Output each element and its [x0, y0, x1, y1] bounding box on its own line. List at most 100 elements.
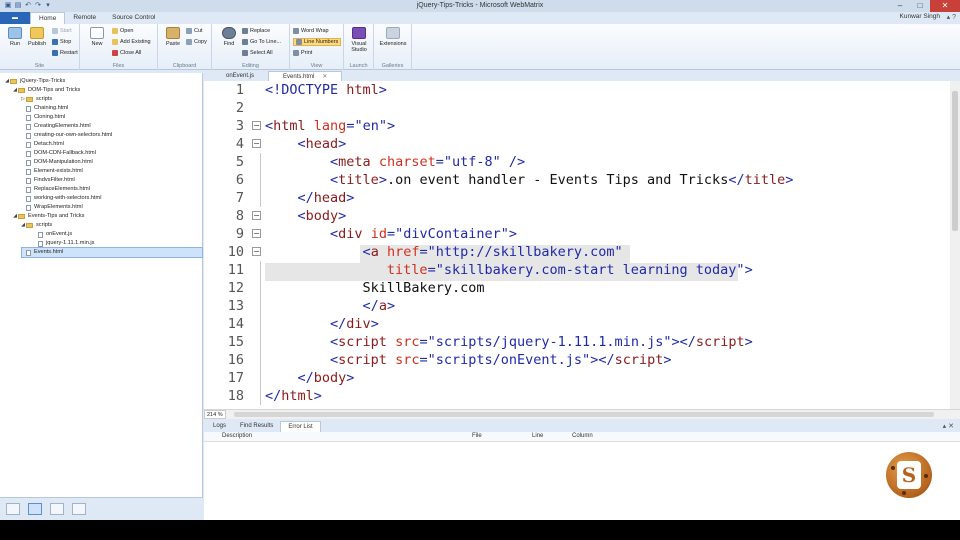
- code-line-9: 9− <div id="divContainer">: [204, 225, 950, 243]
- tree-node-folder[interactable]: ◢ Events-Tips and Tricks: [12, 212, 84, 221]
- paste-button[interactable]: Paste: [162, 27, 184, 47]
- fold-collapse-icon[interactable]: −: [252, 211, 261, 220]
- pane-controls-icon[interactable]: ▴ ✕: [943, 422, 954, 430]
- new-label: New: [91, 41, 103, 47]
- new-button[interactable]: New: [86, 27, 108, 47]
- tree-node-folder[interactable]: ▷ scripts: [20, 95, 52, 104]
- tab-find-results[interactable]: Find Results: [233, 421, 280, 432]
- tree-label: CreatingElements.html: [34, 123, 91, 129]
- tab-error-list[interactable]: Error List: [280, 421, 321, 432]
- code-line-1: 1 <!DOCTYPE html>: [204, 81, 950, 99]
- tree-node-file[interactable]: ReplaceElements.html: [26, 185, 90, 194]
- extensions-button[interactable]: Extensions: [378, 27, 408, 47]
- maximize-button[interactable]: □: [910, 0, 930, 12]
- fold-collapse-icon[interactable]: −: [252, 247, 261, 256]
- go-to-line-button[interactable]: Go To Line...: [242, 39, 281, 45]
- line-number: 4: [235, 136, 244, 152]
- column-description[interactable]: Description: [222, 433, 252, 439]
- tree-node-folder[interactable]: ◢ scripts: [20, 221, 52, 230]
- add-existing-button[interactable]: Add Existing: [112, 39, 151, 45]
- stop-button[interactable]: Stop: [52, 39, 71, 45]
- file-icon: [26, 123, 31, 130]
- tree-node-file[interactable]: working-with-selectors.html: [26, 194, 101, 203]
- find-button[interactable]: Find: [218, 27, 240, 47]
- vertical-scrollbar[interactable]: [950, 81, 960, 409]
- reports-workspace-icon[interactable]: [72, 503, 86, 515]
- print-button[interactable]: Print: [293, 50, 312, 56]
- run-button[interactable]: Run: [4, 27, 26, 47]
- copy-button[interactable]: Copy: [186, 39, 207, 45]
- ribbon: Run Publish Start Stop Restart Site New …: [0, 24, 960, 70]
- minimize-button[interactable]: –: [890, 0, 910, 12]
- restart-button[interactable]: Restart: [52, 50, 78, 56]
- close-button[interactable]: ✕: [930, 0, 960, 12]
- column-file[interactable]: File: [472, 433, 482, 439]
- start-button[interactable]: Start: [52, 28, 72, 34]
- tree-label: working-with-selectors.html: [34, 195, 102, 201]
- line-number: 13: [227, 298, 244, 314]
- line-number: 15: [227, 334, 244, 350]
- tree-node-file[interactable]: DOM-CDN-Fallback.html: [26, 149, 96, 158]
- tree-node-file[interactable]: Cloning.html: [26, 113, 65, 122]
- close-tab-icon[interactable]: ✕: [322, 74, 327, 80]
- file-icon: [26, 177, 31, 184]
- tree-node-file[interactable]: Chaining.html: [26, 104, 68, 113]
- file-tab[interactable]: ▬: [0, 12, 30, 24]
- fold-collapse-icon[interactable]: −: [252, 229, 261, 238]
- column-column[interactable]: Column: [572, 433, 593, 439]
- zoom-level[interactable]: 214 %: [204, 410, 226, 419]
- user-name[interactable]: Kunwar Singh: [900, 13, 940, 20]
- restart-icon: [52, 50, 58, 56]
- cut-button[interactable]: Cut: [186, 28, 203, 34]
- tree-node-file[interactable]: FindvsFilter.html: [26, 176, 75, 185]
- tree-node-file[interactable]: jquery-1.11.1.min.js: [38, 239, 94, 248]
- tab-source-control[interactable]: Source Control: [104, 12, 163, 24]
- tree-node-file[interactable]: onEvent.js: [38, 230, 72, 239]
- doctype: <!DOCTYPE: [265, 82, 347, 98]
- tree-node-file[interactable]: Element-exists.html: [26, 167, 83, 176]
- visual-studio-label: Visual Studio: [351, 41, 367, 53]
- help-icon[interactable]: ▴ ?: [947, 13, 956, 21]
- tab-remote[interactable]: Remote: [65, 12, 104, 24]
- tag-name: script: [695, 334, 745, 350]
- site-workspace-icon[interactable]: [6, 503, 20, 515]
- fold-collapse-icon[interactable]: −: [252, 121, 261, 130]
- extensions-icon: [386, 27, 400, 39]
- tree-node-file[interactable]: WrapElements.html: [26, 203, 83, 212]
- horizontal-scroll-thumb[interactable]: [234, 412, 934, 417]
- doc-tab-events[interactable]: Events.html ✕: [268, 71, 343, 81]
- open-button[interactable]: Open: [112, 28, 133, 34]
- code-editor[interactable]: 1 <!DOCTYPE html> 2 3− <html lang="en"> 4−…: [204, 81, 950, 409]
- tree-node-root[interactable]: ◢ jQuery-Tips-Tricks: [4, 77, 65, 86]
- files-workspace-icon[interactable]: [28, 503, 42, 515]
- select-all-button[interactable]: Select All: [242, 50, 273, 56]
- tree-node-folder[interactable]: ◢ DOM-Tips and Tricks: [12, 86, 80, 95]
- word-wrap-button[interactable]: Word Wrap: [293, 28, 329, 34]
- find-icon: [222, 27, 236, 39]
- tree-node-file[interactable]: Detach.html: [26, 140, 64, 149]
- close-all-icon: [112, 50, 118, 56]
- code-line-7: 7 </head>: [204, 189, 950, 207]
- visual-studio-button[interactable]: Visual Studio: [348, 27, 370, 53]
- column-line[interactable]: Line: [532, 433, 543, 439]
- databases-workspace-icon[interactable]: [50, 503, 64, 515]
- file-icon: [26, 195, 31, 202]
- tree-node-file[interactable]: creating-our-own-selectors.html: [26, 131, 112, 140]
- code-line-15: 15 <script src="scripts/jquery-1.11.1.mi…: [204, 333, 950, 351]
- line-numbers-button[interactable]: Line Numbers: [293, 38, 342, 46]
- line-number: 10: [227, 244, 244, 260]
- publish-button[interactable]: Publish: [26, 27, 48, 47]
- tree-label: Chaining.html: [34, 105, 69, 111]
- doc-tab-onevent[interactable]: onEvent.js: [212, 71, 268, 81]
- go-to-line-label: Go To Line...: [250, 39, 282, 45]
- scroll-thumb[interactable]: [952, 91, 958, 231]
- tab-logs[interactable]: Logs: [206, 421, 233, 432]
- tree-node-file[interactable]: DOM-Manipulation.html: [26, 158, 93, 167]
- close-all-button[interactable]: Close All: [112, 50, 141, 56]
- fold-collapse-icon[interactable]: −: [252, 139, 261, 148]
- tab-home[interactable]: Home: [30, 12, 66, 24]
- tree-node-file[interactable]: CreatingElements.html: [26, 122, 91, 131]
- file-icon: [26, 141, 31, 148]
- replace-button[interactable]: Replace: [242, 28, 270, 34]
- tree-node-file-selected[interactable]: Events.html: [21, 247, 203, 258]
